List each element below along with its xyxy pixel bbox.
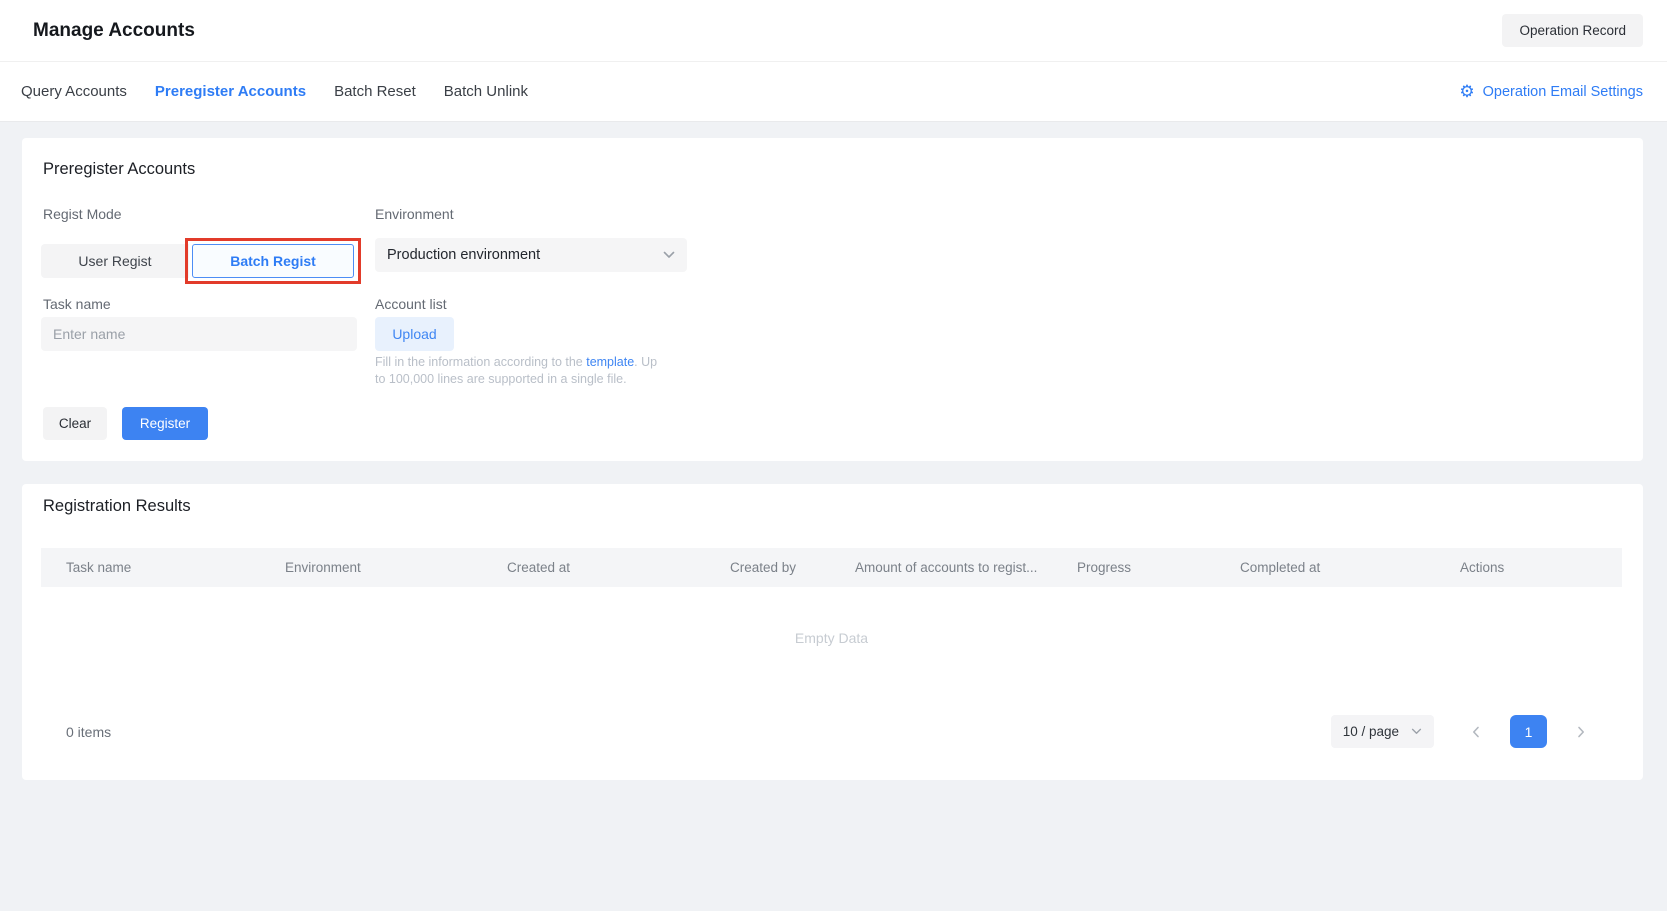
column-header-environment: Environment — [260, 560, 482, 575]
account-list-label: Account list — [375, 296, 447, 312]
regist-mode-segmented-control: User Regist Batch Regist — [41, 238, 361, 284]
column-header-created-at: Created at — [482, 560, 705, 575]
environment-label: Environment — [375, 206, 454, 222]
preregister-section-title: Preregister Accounts — [43, 160, 195, 179]
results-table-footer: 0 items 10 / page 1 — [41, 715, 1622, 748]
column-header-amount: Amount of accounts to regist... — [830, 560, 1052, 575]
preregister-accounts-card: Preregister Accounts Regist Mode User Re… — [22, 138, 1643, 461]
environment-select[interactable]: Production environment — [375, 238, 687, 272]
chevron-down-icon — [1411, 728, 1422, 735]
gear-icon: ⚙ — [1459, 83, 1474, 100]
tab-query-accounts[interactable]: Query Accounts — [21, 79, 127, 104]
next-page-button[interactable] — [1569, 720, 1593, 744]
results-section-title: Registration Results — [43, 497, 191, 516]
upload-button[interactable]: Upload — [375, 317, 454, 351]
operation-email-settings-link[interactable]: ⚙ Operation Email Settings — [1459, 83, 1643, 100]
chevron-left-icon — [1472, 726, 1480, 738]
register-button[interactable]: Register — [122, 407, 208, 440]
tab-preregister-accounts[interactable]: Preregister Accounts — [155, 79, 306, 104]
column-header-completed-at: Completed at — [1215, 560, 1435, 575]
hint-prefix: Fill in the information according to the — [375, 355, 586, 369]
template-link[interactable]: template — [586, 355, 634, 369]
task-name-label: Task name — [43, 296, 111, 312]
task-name-input[interactable] — [41, 317, 357, 351]
page-size-value: 10 / page — [1343, 724, 1399, 739]
tab-list: Query Accounts Preregister Accounts Batc… — [21, 79, 556, 104]
column-header-actions: Actions — [1435, 560, 1622, 575]
chevron-down-icon — [663, 251, 675, 259]
registration-results-card: Registration Results Task name Environme… — [22, 484, 1643, 780]
chevron-right-icon — [1577, 726, 1585, 738]
page-title: Manage Accounts — [33, 20, 195, 42]
page-1-button[interactable]: 1 — [1510, 715, 1547, 748]
column-header-progress: Progress — [1052, 560, 1215, 575]
column-header-created-by: Created by — [705, 560, 830, 575]
prev-page-button[interactable] — [1464, 720, 1488, 744]
upload-hint-text: Fill in the information according to the… — [375, 354, 665, 388]
environment-selected-value: Production environment — [387, 247, 540, 263]
email-settings-label: Operation Email Settings — [1483, 84, 1643, 100]
operation-record-button[interactable]: Operation Record — [1502, 14, 1643, 47]
pagination: 10 / page 1 — [1331, 715, 1622, 748]
tab-bar: Query Accounts Preregister Accounts Batc… — [0, 62, 1667, 122]
clear-button[interactable]: Clear — [43, 407, 107, 440]
items-count: 0 items — [41, 724, 111, 740]
top-header: Manage Accounts Operation Record — [0, 0, 1667, 62]
column-header-task-name: Task name — [41, 560, 260, 575]
red-annotation-box: Batch Regist — [185, 238, 361, 284]
user-regist-option[interactable]: User Regist — [41, 244, 189, 278]
regist-mode-label: Regist Mode — [43, 206, 122, 222]
empty-data-message: Empty Data — [41, 630, 1622, 646]
tab-batch-reset[interactable]: Batch Reset — [334, 79, 416, 104]
tab-batch-unlink[interactable]: Batch Unlink — [444, 79, 528, 104]
batch-regist-option[interactable]: Batch Regist — [192, 244, 354, 278]
page-size-select[interactable]: 10 / page — [1331, 715, 1434, 748]
results-table-header: Task name Environment Created at Created… — [41, 548, 1622, 587]
